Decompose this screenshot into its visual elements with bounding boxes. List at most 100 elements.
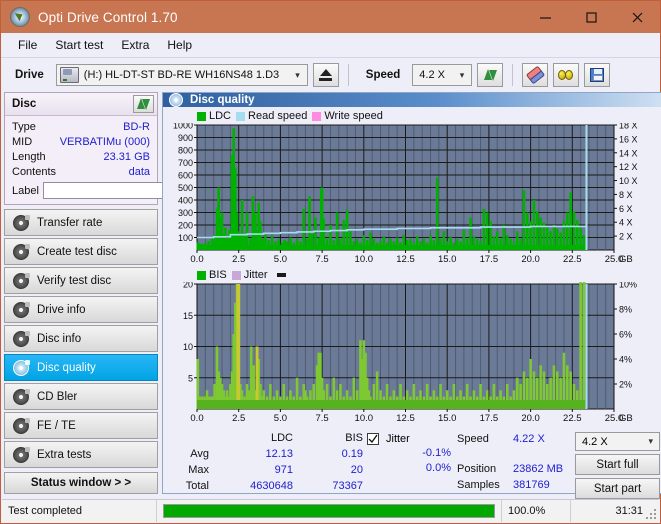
jitter-avg-value: -0.1% (422, 447, 451, 459)
chart-top: 100 200 300 400 500 600 700 800 900 1000 2 X 4 X 6 X… (165, 121, 660, 268)
menu-start-test[interactable]: Start test (46, 36, 112, 54)
legend-label: Write speed (324, 110, 383, 122)
close-icon[interactable] (614, 1, 660, 33)
window-title: Opti Drive Control 1.70 (38, 9, 178, 25)
svg-text:15: 15 (183, 311, 193, 321)
chevron-down-icon: ▾ (459, 69, 465, 80)
sidebar-item-extra-tests[interactable]: Extra tests (4, 441, 158, 468)
sidebar-item-label: Verify test disc (37, 274, 112, 287)
main-header: Disc quality (163, 93, 661, 107)
start-full-button[interactable]: Start full (575, 454, 660, 475)
main-panel: Disc quality LDC Read speed Write speed … (162, 92, 661, 499)
disc-label-row: Label (12, 181, 247, 200)
speed-select[interactable]: 4.2 X ▾ (412, 64, 473, 86)
svg-text:4%: 4% (619, 355, 632, 365)
erase-button[interactable] (522, 63, 549, 87)
run-position-label: Position (457, 463, 497, 475)
tools-button[interactable] (553, 63, 580, 87)
disc-refresh-button[interactable] (133, 95, 154, 113)
window-controls (522, 1, 660, 33)
create-test-disc-icon (13, 243, 30, 260)
svg-text:20: 20 (183, 282, 193, 290)
svg-text:700: 700 (178, 158, 193, 168)
extra-tests-icon (13, 446, 30, 463)
sidebar-nav: Transfer rate Create test disc Verify te… (4, 209, 158, 468)
save-button[interactable] (584, 63, 611, 87)
page-title: Disc quality (190, 94, 255, 106)
menu-help[interactable]: Help (158, 36, 201, 54)
sidebar-item-transfer-rate[interactable]: Transfer rate (4, 209, 158, 236)
sidebar-item-fe-te[interactable]: FE / TE (4, 412, 158, 439)
svg-text:1000: 1000 (173, 123, 193, 131)
resize-grip[interactable] (646, 509, 656, 519)
minimize-icon[interactable] (522, 1, 568, 33)
svg-text:17.5: 17.5 (480, 413, 499, 424)
legend-item-jitter: Jitter (231, 269, 268, 281)
progress-bar (157, 504, 501, 518)
svg-text:GB: GB (619, 254, 633, 265)
svg-text:300: 300 (178, 208, 193, 218)
legend-swatch-read-speed (236, 111, 246, 121)
disc-label-label: Label (12, 184, 39, 197)
run-actions: 4.2 X ▾ Start full Start part (575, 431, 660, 499)
sidebar-item-create-test-disc[interactable]: Create test disc (4, 238, 158, 265)
disc-contents-label: Contents (12, 165, 57, 178)
svg-text:8 X: 8 X (619, 190, 633, 200)
toolbar-divider-1 (347, 64, 349, 86)
sidebar-item-drive-info[interactable]: Drive info (4, 296, 158, 323)
chart-bottom-svg: 5 10 15 20 2% 4% 6% 8% 10% 0.0 2.5 5.0 7.5 10.0 12.5 15… (183, 280, 637, 425)
chart-bottom: 5 10 15 20 2% 4% 6% 8% 10% 0.0 2.5 5.0 7.5 10.0 12.5 15… (165, 280, 660, 427)
svg-text:2.5: 2.5 (232, 254, 245, 265)
cd-bler-icon (13, 388, 30, 405)
menu-file[interactable]: File (9, 36, 46, 54)
sidebar: Disc Type BD-R MID VERBATIMu (000) Lengt… (4, 92, 247, 494)
run-samples-value: 381769 (513, 479, 550, 491)
run-speed-value: 4.22 X (513, 433, 545, 445)
run-position-value: 23862 MB (513, 463, 564, 475)
svg-text:12.5: 12.5 (396, 254, 415, 265)
svg-text:2 X: 2 X (619, 232, 633, 242)
svg-text:200: 200 (178, 221, 193, 231)
status-window-button[interactable]: Status window > > (4, 472, 158, 494)
sidebar-item-disc-quality[interactable]: Disc quality (4, 354, 158, 381)
eject-button[interactable] (312, 63, 339, 87)
test-speed-select[interactable]: 4.2 X ▾ (575, 432, 660, 451)
drive-select[interactable]: (H:) HL-DT-ST BD-RE WH16NS48 1.D3 ▾ (55, 64, 308, 86)
run-info-gap (457, 447, 575, 461)
toolbar-divider-2 (512, 64, 514, 86)
stats-header-ldc: LDC (270, 432, 293, 444)
sidebar-item-cd-bler[interactable]: CD Bler (4, 383, 158, 410)
legend-swatch-jitter (231, 270, 241, 280)
refresh-arrows-icon (137, 98, 150, 110)
disc-row-length: Length 23.31 GB (12, 149, 150, 164)
disc-length-value: 23.31 GB (103, 150, 150, 163)
disc-quality-icon (13, 359, 30, 376)
legend-item-ldc: LDC (197, 110, 231, 122)
sidebar-item-disc-info[interactable]: Disc info (4, 325, 158, 352)
sidebar-item-verify-test-disc[interactable]: Verify test disc (4, 267, 158, 294)
sidebar-item-label: FE / TE (37, 419, 76, 432)
speed-select-value: 4.2 X (419, 69, 445, 81)
toolbar: Drive (H:) HL-DT-ST BD-RE WH16NS48 1.D3 … (1, 58, 660, 92)
disc-properties: Type BD-R MID VERBATIMu (000) Length 23.… (5, 116, 247, 204)
charts-container: LDC Read speed Write speed 100 200 300 400 5… (163, 107, 661, 499)
maximize-icon[interactable] (568, 1, 614, 33)
menu-extra[interactable]: Extra (112, 36, 158, 54)
disc-panel-header: Disc (5, 93, 157, 116)
start-part-button[interactable]: Start part (575, 478, 660, 499)
svg-text:900: 900 (178, 133, 193, 143)
svg-text:14 X: 14 X (619, 148, 638, 158)
refresh-icon (483, 69, 497, 81)
refresh-button[interactable] (477, 63, 504, 87)
disc-type-label: Type (12, 120, 36, 133)
jitter-checkbox[interactable] (367, 432, 379, 445)
drive-select-value: (H:) HL-DT-ST BD-RE WH16NS48 1.D3 (83, 69, 280, 81)
sidebar-item-label: CD Bler (37, 390, 78, 403)
disc-panel-title: Disc (12, 98, 37, 110)
svg-text:15.0: 15.0 (438, 413, 457, 424)
legend-item-bis: BIS (197, 269, 227, 281)
stats-max-ldc: 971 (274, 464, 293, 476)
stats-total-ldc: 4630648 (250, 480, 293, 492)
disc-mid-value: VERBATIMu (000) (59, 135, 150, 148)
jitter-column: Jitter -0.1% 0.0% (361, 431, 457, 476)
